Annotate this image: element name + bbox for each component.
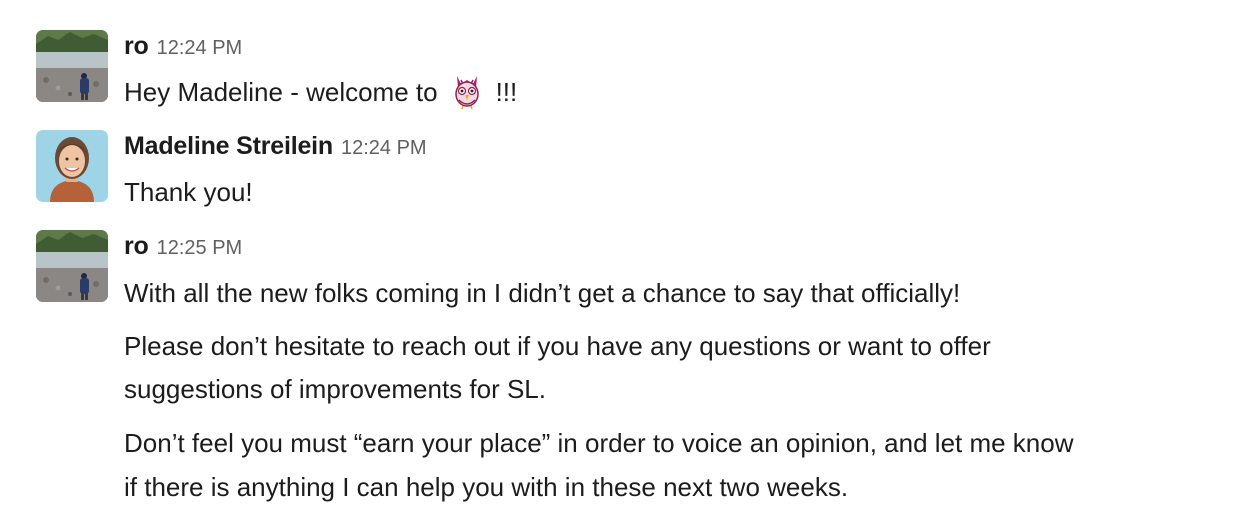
sender-name[interactable]: ro xyxy=(124,32,149,61)
message-text-part: Hey Madeline - welcome to xyxy=(124,77,438,107)
avatar-photo-beach xyxy=(36,30,108,102)
message-header: Madeline Streilein 12:24 PM xyxy=(124,132,427,168)
message-timestamp[interactable]: 12:25 PM xyxy=(157,237,243,260)
message-paragraph: Please don’t hesitate to reach out if yo… xyxy=(124,331,991,361)
message-paragraph: Don’t feel you must “earn your place” in… xyxy=(124,428,1074,458)
avatar-ro[interactable] xyxy=(36,230,108,302)
sender-name[interactable]: ro xyxy=(124,232,149,261)
message-paragraph: With all the new folks coming in I didn’… xyxy=(124,278,961,308)
message-paragraph: suggestions of improvements for SL. xyxy=(124,374,546,404)
message-text-part: !!! xyxy=(495,77,518,107)
avatar-ro[interactable] xyxy=(36,30,108,102)
message-header: ro 12:24 PM xyxy=(124,32,242,68)
avatar-photo-portrait xyxy=(36,130,108,202)
message-text: Hey Madeline - welcome to !!! xyxy=(124,70,1224,114)
avatar-photo-beach xyxy=(36,230,108,302)
owl-emoji-icon[interactable] xyxy=(452,74,482,110)
avatar-madeline-streilein[interactable] xyxy=(36,130,108,202)
message-paragraph: if there is anything I can help you with… xyxy=(124,472,849,502)
sender-name[interactable]: Madeline Streilein xyxy=(124,132,333,161)
message-timestamp[interactable]: 12:24 PM xyxy=(157,37,243,60)
message-text: Thank you! xyxy=(124,177,253,207)
message-header: ro 12:25 PM xyxy=(124,232,242,268)
message-timestamp[interactable]: 12:24 PM xyxy=(341,137,427,160)
